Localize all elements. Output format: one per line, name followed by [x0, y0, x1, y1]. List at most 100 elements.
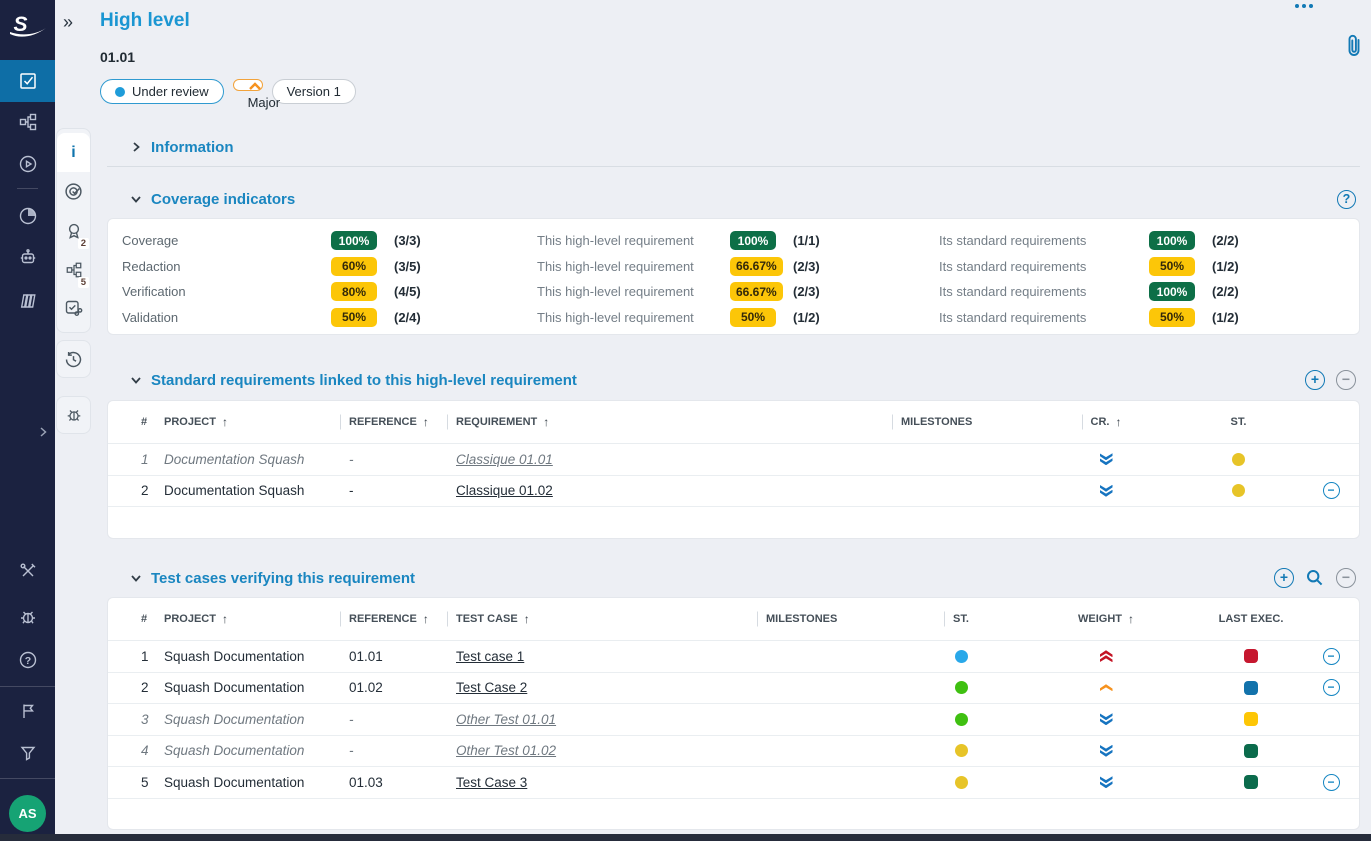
test-case-link[interactable]: Test Case 2 — [456, 680, 766, 695]
sidebar-item-executions[interactable] — [0, 143, 55, 185]
tab-milestones-anchor[interactable]: 2 — [57, 211, 90, 250]
tab-history-anchor[interactable] — [57, 345, 90, 373]
chevron-down-icon[interactable] — [129, 571, 143, 585]
dot-icon — [1309, 4, 1313, 8]
row-number: 2 — [108, 680, 164, 695]
user-avatar[interactable]: AS — [9, 795, 46, 832]
test-case-link[interactable]: Test Case 3 — [456, 775, 766, 790]
logo-swoosh-icon — [8, 26, 48, 40]
column-header-test-case[interactable]: TEST CASE↑ — [456, 612, 766, 626]
table-row: 4 Squash Documentation - Other Test 01.0… — [108, 736, 1359, 768]
scope-label: This high-level requirement — [537, 233, 730, 248]
section-coverage: Coverage indicators ? — [107, 181, 1360, 217]
coverage-row: Validation 50% (2/4) This high-level req… — [122, 305, 1359, 331]
fraction-value: (1/2) — [1205, 310, 1359, 325]
unlink-row-button[interactable]: − — [1323, 774, 1340, 791]
sidebar-divider — [17, 188, 38, 189]
attachments-button[interactable] — [1343, 33, 1365, 65]
column-header-criticality[interactable]: CR.↑ — [1091, 415, 1122, 429]
more-menu-button[interactable] — [1295, 4, 1313, 8]
test-case-link[interactable]: Test case 1 — [456, 649, 766, 664]
criticality-badge[interactable]: Major — [233, 79, 263, 91]
sidebar-item-library[interactable] — [0, 280, 55, 322]
sidebar-item-automation[interactable] — [0, 236, 55, 278]
column-label: MILESTONES — [901, 416, 972, 428]
test-cases-section-title[interactable]: Test cases verifying this requirement — [151, 570, 415, 587]
standard-requirements-section-title[interactable]: Standard requirements linked to this hig… — [151, 372, 577, 389]
column-header-last-exec[interactable]: LAST EXEC. — [1219, 613, 1284, 625]
coverage-help-button[interactable]: ? — [1337, 190, 1356, 209]
percent-badge: 50% — [331, 308, 377, 327]
column-header-status[interactable]: ST. — [953, 613, 969, 625]
chevron-right-icon[interactable] — [129, 140, 143, 154]
tab-issues-anchor[interactable] — [57, 401, 90, 429]
collapse-tree-button[interactable]: » — [63, 12, 73, 33]
column-label: ST. — [1231, 416, 1247, 428]
tab-linked-requirements-anchor[interactable]: 5 — [57, 250, 90, 289]
bug-icon — [65, 406, 83, 424]
test-case-link[interactable]: Other Test 01.01 — [456, 712, 766, 727]
criticality-minor-icon — [1100, 453, 1113, 465]
percent-badge: 100% — [730, 231, 776, 250]
sidebar-item-milestones[interactable] — [0, 690, 55, 732]
status-dot — [955, 744, 968, 757]
dot-icon — [1302, 4, 1306, 8]
sidebar-divider — [0, 778, 55, 779]
test-cases-table-header: # PROJECT↑ REFERENCE↑ TEST CASE↑ MILESTO… — [108, 598, 1359, 641]
last-exec-status — [1244, 681, 1258, 695]
coverage-section-title[interactable]: Coverage indicators — [151, 191, 295, 208]
unlink-row-button[interactable]: − — [1323, 679, 1340, 696]
status-dot — [955, 650, 968, 663]
add-test-case-button[interactable]: + — [1274, 568, 1294, 588]
sidebar-item-bugtracker[interactable] — [0, 596, 55, 638]
row-number: 3 — [108, 712, 164, 727]
squash-logo[interactable]: S — [0, 0, 55, 56]
column-header-milestones[interactable]: MILESTONES — [766, 613, 911, 625]
tab-verifying-test-cases-anchor[interactable] — [57, 289, 90, 328]
sidebar-item-requirements[interactable] — [0, 60, 55, 102]
section-divider — [107, 166, 1360, 167]
funnel-icon — [18, 743, 38, 763]
tab-information-anchor[interactable]: i — [57, 133, 90, 172]
sidebar-expand-button[interactable] — [35, 424, 51, 445]
sidebar-item-administration[interactable] — [0, 550, 55, 592]
sidebar-item-test-cases[interactable] — [0, 101, 55, 143]
status-badge[interactable]: Under review — [100, 79, 224, 104]
chevron-down-icon[interactable] — [129, 373, 143, 387]
test-case-link[interactable]: Other Test 01.02 — [456, 743, 766, 758]
scope-label: This high-level requirement — [537, 259, 730, 274]
unlink-row-button[interactable]: − — [1323, 648, 1340, 665]
project-cell: Squash Documentation — [164, 680, 349, 695]
column-header-requirement[interactable]: REQUIREMENT↑ — [456, 415, 901, 429]
project-cell: Squash Documentation — [164, 775, 349, 790]
unlink-test-case-button[interactable]: − — [1336, 568, 1356, 588]
add-linked-requirement-button[interactable]: + — [1305, 370, 1325, 390]
column-header-project[interactable]: PROJECT↑ — [164, 415, 349, 429]
column-header-milestones[interactable]: MILESTONES — [901, 416, 1036, 428]
column-header-reference[interactable]: REFERENCE↑ — [349, 415, 456, 429]
requirement-link[interactable]: Classique 01.01 — [456, 452, 901, 467]
sidebar-divider — [0, 686, 55, 687]
unlink-requirement-button[interactable]: − — [1336, 370, 1356, 390]
column-header-reference[interactable]: REFERENCE↑ — [349, 612, 456, 626]
unlink-row-button[interactable]: − — [1323, 482, 1340, 499]
sidebar-item-help[interactable]: ? — [0, 639, 55, 681]
version-badge[interactable]: Version 1 — [272, 79, 356, 104]
search-test-cases-button[interactable] — [1305, 568, 1325, 588]
information-section-title[interactable]: Information — [151, 139, 234, 156]
column-header-weight[interactable]: WEIGHT↑ — [1078, 612, 1134, 626]
app-screen: S ? — [0, 0, 1371, 841]
requirement-link[interactable]: Classique 01.02 — [456, 483, 901, 498]
column-header-project[interactable]: PROJECT↑ — [164, 612, 349, 626]
tab-coverage-anchor[interactable] — [57, 172, 90, 211]
standard-requirements-panel: # PROJECT↑ REFERENCE↑ REQUIREMENT↑ MILES… — [107, 400, 1360, 539]
sidebar-item-reporting[interactable] — [0, 195, 55, 237]
column-header-status[interactable]: ST. — [1231, 416, 1247, 428]
sidebar-item-filter[interactable] — [0, 732, 55, 774]
status-dot — [955, 776, 968, 789]
indicator-label: Coverage — [122, 233, 331, 248]
robot-icon — [18, 247, 38, 267]
section-information: Information — [107, 128, 1360, 166]
scope-label: Its standard requirements — [939, 259, 1149, 274]
chevron-down-icon[interactable] — [129, 192, 143, 206]
